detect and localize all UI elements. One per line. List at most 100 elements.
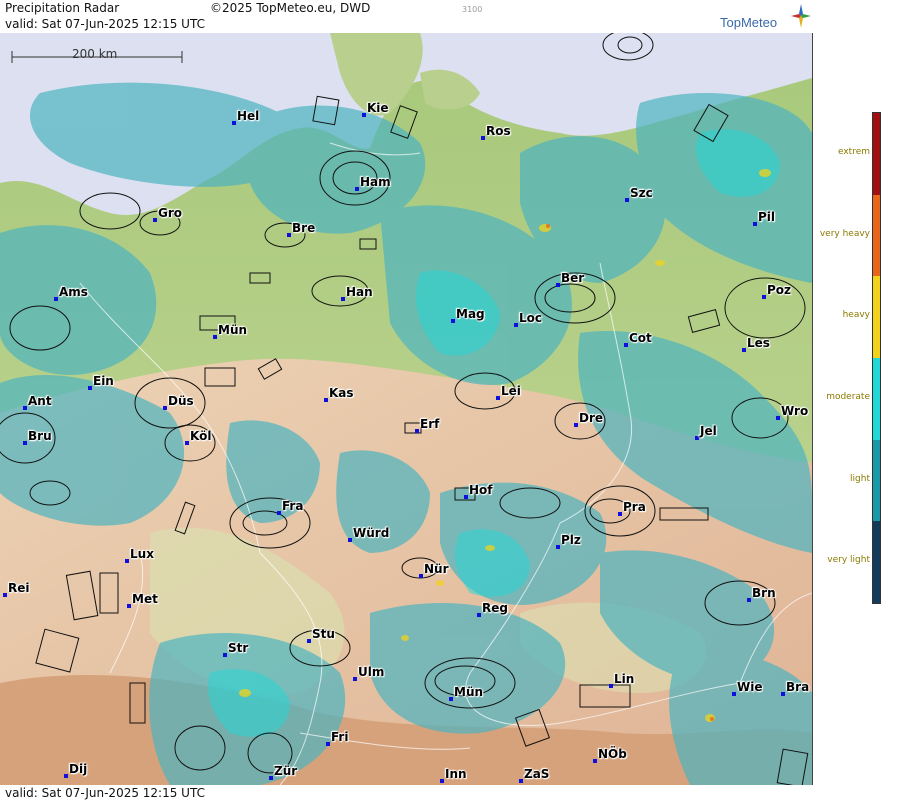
city-marker <box>781 692 785 696</box>
legend-segment <box>873 439 880 522</box>
city-label: Bru <box>28 429 52 443</box>
city-label: Würd <box>353 526 390 540</box>
city-label: Ein <box>93 374 114 388</box>
radar-window: Precipitation Radar ©2025 TopMeteo.eu, D… <box>0 0 904 801</box>
legend-label: very light <box>827 555 870 566</box>
city-label: Hof <box>469 483 493 497</box>
city-marker <box>742 348 746 352</box>
city-label: Dij <box>69 762 88 776</box>
city-marker <box>64 774 68 778</box>
precipitation-legend: extrem very heavy heavy moderate light very l… <box>813 0 904 801</box>
city-label: Bra <box>786 680 810 694</box>
city-marker <box>326 742 330 746</box>
city-label: Lin <box>614 672 635 686</box>
city-marker <box>269 776 273 780</box>
city-label: Dre <box>579 411 604 425</box>
legend-segment <box>873 276 880 358</box>
city-marker <box>232 121 236 125</box>
city-marker <box>307 639 311 643</box>
city-marker <box>125 559 129 563</box>
city-label: Cot <box>629 331 652 345</box>
city-label: Rei <box>8 581 30 595</box>
city-label: NÖb <box>598 747 627 761</box>
city-marker <box>556 545 560 549</box>
city-marker <box>776 416 780 420</box>
city-marker <box>415 429 419 433</box>
legend-label: very heavy <box>819 228 870 239</box>
city-label: Bre <box>292 221 316 235</box>
city-label: Fra <box>282 499 304 513</box>
city-label: Ham <box>360 175 391 189</box>
legend-segment <box>873 113 880 195</box>
city-label: Wro <box>781 404 809 418</box>
city-label: Brn <box>752 586 776 600</box>
logo-text: TopMeteo <box>720 15 778 30</box>
city-marker <box>556 283 560 287</box>
city-label: Jel <box>700 424 717 438</box>
city-marker <box>609 684 613 688</box>
city-label: Poz <box>767 283 792 297</box>
city-marker <box>324 398 328 402</box>
legend-label: heavy <box>842 310 870 321</box>
scale-bar-label: 200 km <box>72 47 118 61</box>
legend-segment <box>873 521 880 603</box>
legend-label: light <box>850 473 870 484</box>
city-label: Erf <box>420 417 440 431</box>
radar-map[interactable]: 200 km Hel Kie Ros Ham Szc Gro Bre Pil Ams Han Ber… <box>0 33 813 785</box>
legend-label: extrem <box>837 146 870 157</box>
city-label: Str <box>228 641 249 655</box>
city-label: Les <box>747 336 770 350</box>
legend-label: moderate <box>826 391 870 402</box>
city-marker <box>481 136 485 140</box>
city-label: Mag <box>456 307 485 321</box>
city-marker <box>732 692 736 696</box>
legend-segment <box>873 194 880 277</box>
city-label: Ant <box>28 394 52 408</box>
city-label: Stu <box>312 627 335 641</box>
city-label: Gro <box>158 206 183 220</box>
city-label: Inn <box>445 767 467 781</box>
city-marker <box>449 697 453 701</box>
city-marker <box>163 406 167 410</box>
legend-segment <box>873 358 880 440</box>
city-label: Ber <box>561 271 585 285</box>
city-marker <box>625 198 629 202</box>
city-marker <box>23 441 27 445</box>
city-marker <box>277 511 281 515</box>
city-marker <box>477 613 481 617</box>
city-label: Ros <box>486 124 511 138</box>
city-marker <box>593 759 597 763</box>
city-marker <box>355 187 359 191</box>
city-marker <box>153 218 157 222</box>
city-marker <box>496 396 500 400</box>
city-marker <box>287 233 291 237</box>
city-label: Han <box>346 285 373 299</box>
city-label: Plz <box>561 533 581 547</box>
city-marker <box>362 113 366 117</box>
copyright-text: ©2025 TopMeteo.eu, DWD <box>210 1 371 15</box>
city-marker <box>574 423 578 427</box>
city-marker <box>213 335 217 339</box>
city-marker <box>695 436 699 440</box>
city-marker <box>353 677 357 681</box>
city-label: Hel <box>237 109 260 123</box>
city-label: Ams <box>59 285 88 299</box>
city-label: Lux <box>130 547 154 561</box>
city-marker <box>514 323 518 327</box>
city-label: Zür <box>274 764 298 778</box>
city-label: Mün <box>218 323 248 337</box>
map-title: Precipitation Radar <box>5 1 120 15</box>
city-label: ZaS <box>524 767 550 781</box>
city-label: Kas <box>329 386 354 400</box>
topmeteo-logo[interactable]: TopMeteo <box>718 2 812 32</box>
city-marker <box>753 222 757 226</box>
city-marker <box>451 319 455 323</box>
city-label: Nür <box>424 562 449 576</box>
compass-icon <box>791 4 811 28</box>
valid-time-bottom: valid: Sat 07-Jun-2025 12:15 UTC <box>5 786 205 800</box>
city-label: Pil <box>758 210 776 224</box>
city-label: Düs <box>168 394 194 408</box>
city-marker <box>624 343 628 347</box>
city-marker <box>464 495 468 499</box>
city-marker <box>185 441 189 445</box>
